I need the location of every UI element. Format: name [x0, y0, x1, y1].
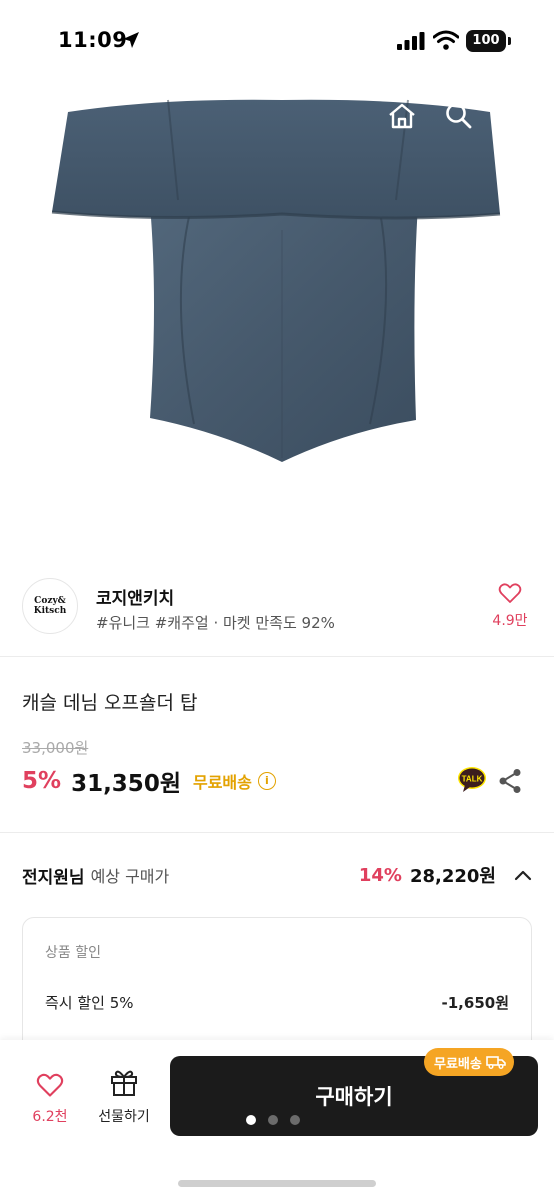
discount-rate: 5% — [22, 768, 62, 794]
wishlist-count: 6.2천 — [32, 1109, 68, 1125]
expected-rate: 14% — [358, 864, 402, 886]
page-dot — [268, 1115, 278, 1125]
close-icon[interactable] — [22, 100, 54, 132]
ship-badge-label: 무료배송 — [434, 1056, 482, 1072]
divider — [0, 832, 554, 833]
shop-row[interactable]: Cozy& Kitsch 코지앤키치 #유니크 #캐주얼 · 마켓 만족도 92… — [0, 572, 554, 644]
gift-icon — [111, 1070, 137, 1096]
gift-button[interactable]: 선물하기 — [92, 1068, 156, 1126]
gift-label: 선물하기 — [98, 1109, 150, 1125]
page-indicator — [246, 1115, 300, 1125]
user-name: 전지원님 — [22, 867, 85, 888]
wishlist-button[interactable]: 6.2천 — [22, 1072, 78, 1126]
discount-box-title: 상품 할인 — [45, 945, 101, 961]
location-arrow-icon — [123, 32, 139, 48]
search-icon[interactable] — [443, 100, 475, 132]
bottom-action-bar: 6.2천 선물하기 구매하기 무료배송 — [0, 1040, 554, 1200]
free-shipping-badge: 무료배송 — [424, 1048, 514, 1076]
sale-price: 31,350원 — [71, 771, 181, 797]
shop-tags: #유니크 #캐주얼 · 마켓 만족도 92% — [96, 614, 335, 632]
page-dot — [290, 1115, 300, 1125]
home-icon[interactable] — [386, 100, 418, 132]
price-row: 5% 31,350원 무료배송 i — [22, 764, 276, 798]
product-title: 캐슬 데님 오프숄더 탑 — [22, 692, 198, 714]
shop-name[interactable]: 코지앤키치 — [96, 584, 174, 609]
shop-logo-line2: Kitsch — [33, 606, 67, 616]
page-dot — [246, 1115, 256, 1125]
expected-price: 28,220원 — [409, 866, 496, 887]
battery-indicator: 100 — [466, 30, 506, 52]
shop-logo-line1: Cozy& — [34, 596, 66, 606]
info-icon[interactable]: i — [257, 772, 276, 790]
heart-icon — [498, 583, 522, 603]
shop-like-button[interactable]: 4.9만 — [488, 582, 532, 630]
talk-text: TALK — [462, 775, 483, 784]
divider — [0, 656, 554, 657]
signal-icon — [397, 32, 425, 50]
chevron-up-icon[interactable] — [514, 869, 532, 881]
discount-row: 즉시 할인 5% -1,650원 — [45, 992, 509, 1013]
status-bar: 11:09 100 — [0, 0, 554, 84]
free-shipping-label: 무료배송 — [192, 773, 252, 792]
kakao-talk-icon[interactable]: TALK — [457, 766, 487, 794]
truck-icon — [486, 1056, 506, 1069]
original-price: 33,000원 — [22, 739, 89, 757]
discount-row-amount: -1,650원 — [441, 994, 509, 1012]
home-indicator — [178, 1180, 376, 1187]
expected-price-value: 14% 28,220원 — [359, 862, 532, 888]
battery-tip — [508, 37, 511, 45]
status-time: 11:09 — [58, 28, 128, 52]
discount-row-label: 즉시 할인 5% — [45, 994, 134, 1012]
wifi-icon — [433, 30, 459, 50]
expected-price-row[interactable]: 전지원님 예상 구매가 14% 28,220원 — [22, 860, 532, 890]
shop-logo[interactable]: Cozy& Kitsch — [22, 578, 78, 634]
cart-icon[interactable] — [498, 100, 530, 132]
share-icon[interactable] — [498, 768, 522, 794]
shop-like-count: 4.9만 — [492, 613, 528, 629]
expected-price-label: 예상 구매가 — [90, 867, 170, 886]
heart-icon — [36, 1073, 64, 1097]
